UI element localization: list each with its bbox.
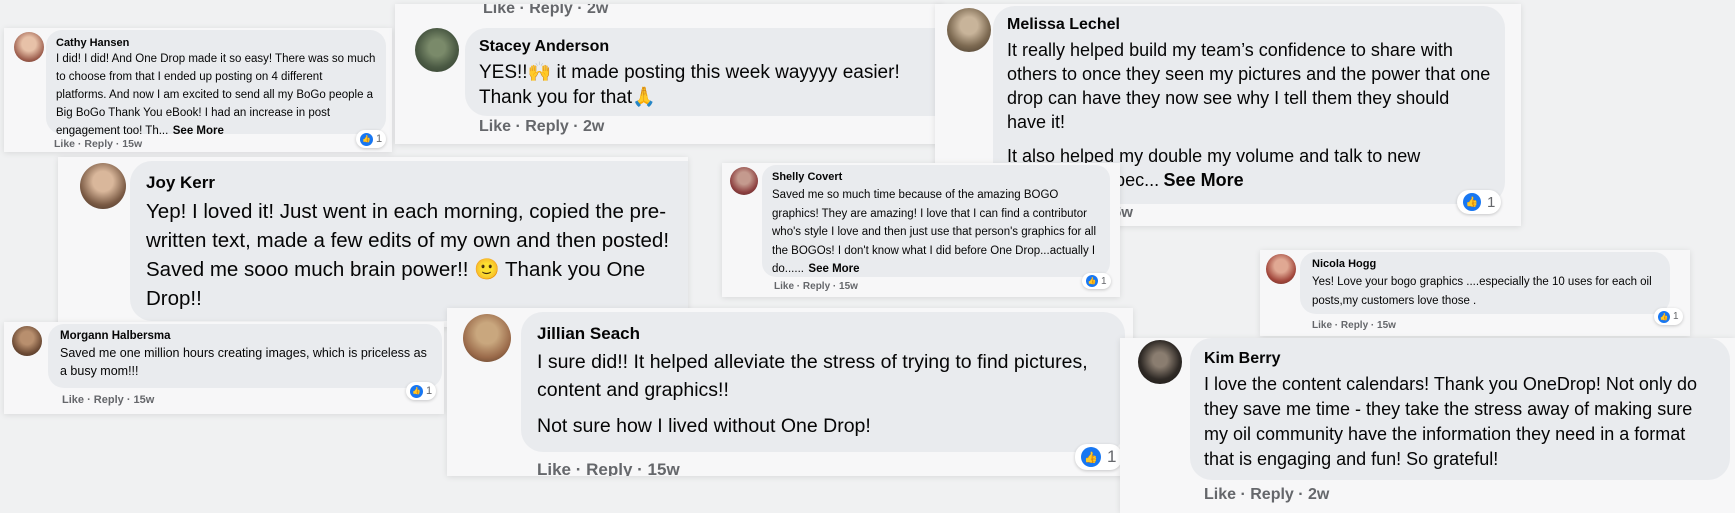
comment-actions: Like · Reply · 15w xyxy=(54,138,143,150)
timestamp[interactable]: 2w xyxy=(1308,486,1329,503)
comment-bubble: Morgann Halbersma Saved me one million h… xyxy=(48,324,442,388)
comment-card-cathy: Cathy Hansen I did! I did! And One Drop … xyxy=(4,28,392,152)
timestamp[interactable]: 15w xyxy=(1377,320,1396,331)
reply-link[interactable]: Reply xyxy=(1250,486,1294,503)
see-more-link[interactable]: See More xyxy=(1164,170,1244,190)
comment-actions: Like · Reply · 2w xyxy=(479,118,605,135)
comment-text: I love the content calendars! Thank you … xyxy=(1204,374,1697,469)
like-link[interactable]: Like xyxy=(479,118,511,135)
like-link[interactable]: Like xyxy=(537,460,571,476)
timestamp[interactable]: 2w xyxy=(583,118,604,135)
like-icon xyxy=(1463,193,1481,211)
reaction-count[interactable]: 1 xyxy=(356,130,387,148)
reply-link[interactable]: Reply xyxy=(525,118,569,135)
see-more-link[interactable]: See More xyxy=(808,263,859,275)
like-link[interactable]: Like xyxy=(483,4,515,17)
avatar[interactable] xyxy=(730,167,758,195)
commenter-name[interactable]: Kim Berry xyxy=(1204,350,1716,368)
reply-link[interactable]: Reply xyxy=(529,4,573,17)
comment-text: YES!!🙌 it made posting this week wayyyy … xyxy=(479,62,900,108)
commenter-name[interactable]: Melissa Lechel xyxy=(1007,16,1491,34)
comment-bubble: Stacey Anderson YES!!🙌 it made posting t… xyxy=(465,28,943,116)
comment-bubble: Nicola Hogg Yes! Love your bogo graphics… xyxy=(1300,252,1670,314)
commenter-name[interactable]: Shelly Covert xyxy=(772,171,1100,183)
like-icon xyxy=(1081,447,1101,467)
like-icon xyxy=(1086,275,1098,287)
avatar[interactable] xyxy=(80,163,126,209)
like-icon xyxy=(1658,310,1670,323)
like-link[interactable]: Like xyxy=(1312,320,1332,331)
reaction-count[interactable]: 1 xyxy=(1082,273,1111,289)
avatar[interactable] xyxy=(463,314,511,362)
avatar[interactable] xyxy=(947,8,991,52)
comment-card-joy: Joy Kerr Yep! I loved it! Just went in e… xyxy=(58,157,688,327)
like-icon xyxy=(360,132,373,146)
commenter-name[interactable]: Nicola Hogg xyxy=(1312,258,1658,270)
comment-actions: Like · Reply · 15w xyxy=(774,281,858,292)
avatar[interactable] xyxy=(14,32,44,62)
comment-actions: Like · Reply · 15w xyxy=(62,394,155,406)
comment-text: It really helped build my team’s confide… xyxy=(1007,40,1491,132)
reply-link[interactable]: Reply xyxy=(84,138,113,150)
like-link[interactable]: Like xyxy=(54,138,75,150)
commenter-name[interactable]: Jillian Seach xyxy=(537,324,1109,344)
comment-card-shelly: Shelly Covert Saved me so much time beca… xyxy=(722,163,1120,297)
reaction-count[interactable]: 1 xyxy=(406,382,437,400)
timestamp[interactable]: 2w xyxy=(587,4,608,17)
reaction-count[interactable]: 1 xyxy=(1654,308,1683,325)
like-link[interactable]: Like xyxy=(62,394,84,406)
commenter-name[interactable]: Morgann Halbersma xyxy=(60,330,430,342)
reply-link[interactable]: Reply xyxy=(94,394,124,406)
avatar[interactable] xyxy=(1138,340,1182,384)
like-link[interactable]: Like xyxy=(1204,486,1236,503)
commenter-name[interactable]: Cathy Hansen xyxy=(56,37,376,49)
timestamp[interactable]: 15w xyxy=(839,281,858,292)
reaction-count[interactable]: 1 xyxy=(1457,190,1502,214)
timestamp[interactable]: 15w xyxy=(648,460,680,476)
see-more-link[interactable]: See More xyxy=(173,125,224,137)
avatar[interactable] xyxy=(12,326,42,356)
comment-card-nicola: Nicola Hogg Yes! Love your bogo graphics… xyxy=(1260,250,1690,336)
comment-text: Yes! Love your bogo graphics ....especia… xyxy=(1312,276,1652,307)
comment-text: Saved me one million hours creating imag… xyxy=(60,346,427,378)
like-icon xyxy=(410,384,423,398)
like-link[interactable]: Like xyxy=(774,281,794,292)
avatar[interactable] xyxy=(415,28,459,72)
comment-card-kim: Kim Berry I love the content calendars! … xyxy=(1120,338,1735,513)
comment-actions-partial: Like · Reply · 2w xyxy=(483,4,608,18)
comment-card-stacey: Like · Reply · 2w Stacey Anderson YES!!🙌… xyxy=(395,4,943,144)
comment-actions: Like · Reply · 15w xyxy=(537,460,680,476)
comment-text: I sure did!! It helped alleviate the str… xyxy=(537,351,1088,401)
comment-text: Yep! I loved it! Just went in each morni… xyxy=(146,200,670,310)
timestamp[interactable]: 15w xyxy=(134,394,155,406)
reply-link[interactable]: Reply xyxy=(1341,320,1368,331)
comment-bubble: Joy Kerr Yep! I loved it! Just went in e… xyxy=(130,161,688,321)
reply-link[interactable]: Reply xyxy=(586,460,632,476)
comment-bubble: Jillian Seach I sure did!! It helped all… xyxy=(521,312,1125,452)
reaction-count[interactable]: 1 xyxy=(1075,444,1123,470)
reply-link[interactable]: Reply xyxy=(803,281,830,292)
comment-bubble: Shelly Covert Saved me so much time beca… xyxy=(762,165,1110,277)
comment-bubble: Kim Berry I love the content calendars! … xyxy=(1190,338,1730,480)
comment-actions: Like · Reply · 2w xyxy=(1204,486,1330,503)
commenter-name[interactable]: Stacey Anderson xyxy=(479,38,943,56)
comment-bubble: Cathy Hansen I did! I did! And One Drop … xyxy=(46,30,386,137)
comment-text-2: Not sure how I lived without One Drop! xyxy=(537,415,871,437)
avatar[interactable] xyxy=(1266,254,1296,284)
comment-card-jillian: Jillian Seach I sure did!! It helped all… xyxy=(447,308,1133,476)
comment-actions: Like · Reply · 15w xyxy=(1312,320,1396,331)
commenter-name[interactable]: Joy Kerr xyxy=(146,173,688,193)
timestamp[interactable]: 15w xyxy=(122,138,142,150)
comment-card-morgann: Morgann Halbersma Saved me one million h… xyxy=(4,322,444,414)
